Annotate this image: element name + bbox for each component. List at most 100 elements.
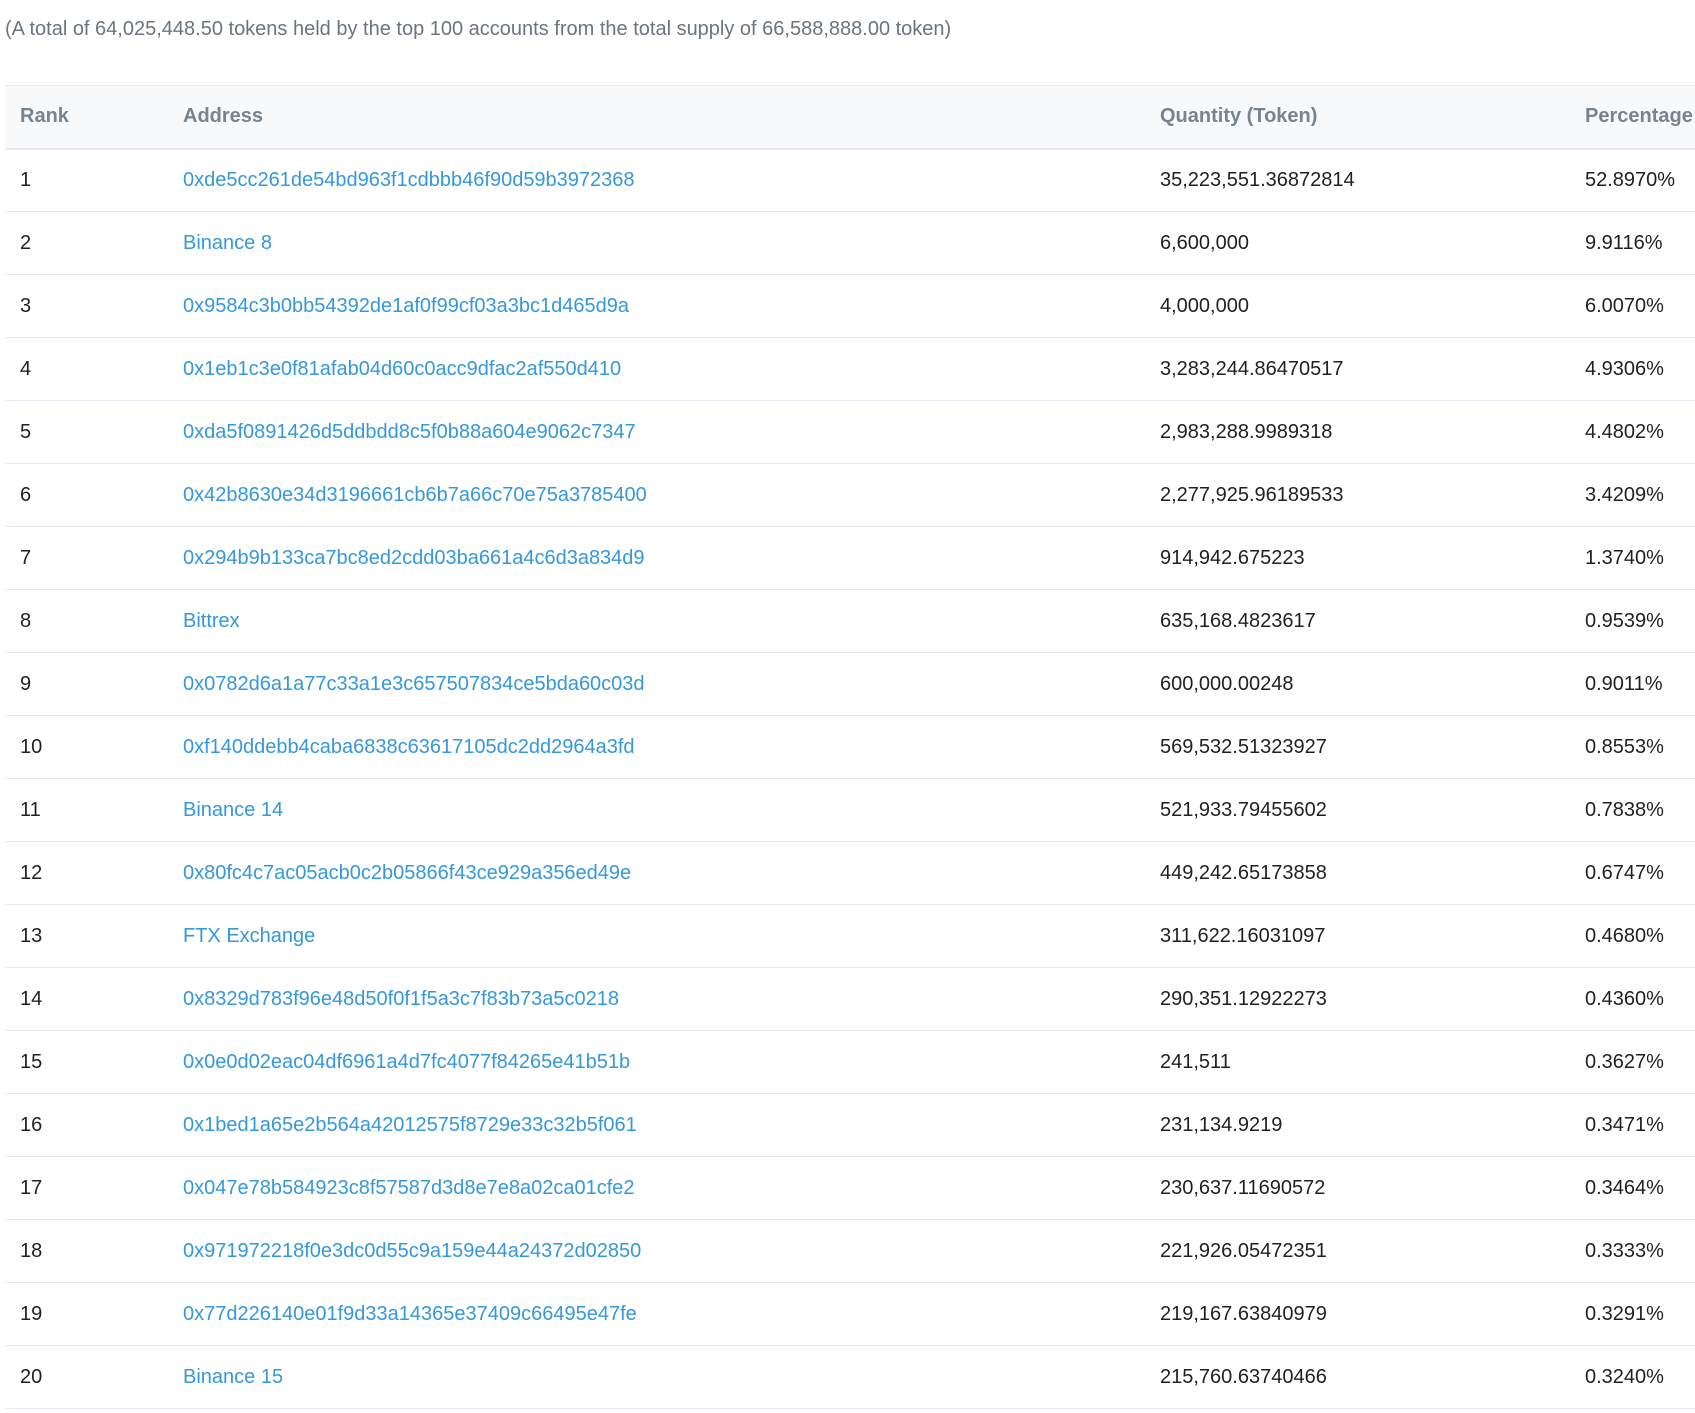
holder-address-link[interactable]: 0xda5f0891426d5ddbdd8c5f0b88a604e9062c73… <box>183 421 636 443</box>
percentage-cell: 0.7838% <box>1570 778 1695 842</box>
rank-cell: 6 <box>5 463 168 527</box>
address-cell: 0x1bed1a65e2b564a42012575f8729e33c32b5f0… <box>168 1093 1145 1157</box>
rank-cell: 10 <box>5 715 168 779</box>
holder-address-link[interactable]: FTX Exchange <box>183 925 315 947</box>
holder-address-link[interactable]: Binance 14 <box>183 799 283 821</box>
rank-column-header: Rank <box>20 105 69 128</box>
percentage-cell: 0.8553% <box>1570 715 1695 779</box>
quantity-column-header: Quantity (Token) <box>1160 105 1318 128</box>
percentage-cell: 4.4802% <box>1570 400 1695 464</box>
table-row: 3 0x9584c3b0bb54392de1af0f99cf03a3bc1d465… <box>5 274 1695 338</box>
percentage-cell: 1.3740% <box>1570 526 1695 590</box>
table-row: 2 Binance 8 6,600,000 9.9116% <box>5 211 1695 275</box>
address-cell: 0xf140ddebb4caba6838c63617105dc2dd2964a3… <box>168 715 1145 779</box>
address-cell: 0x80fc4c7ac05acb0c2b05866f43ce929a356ed4… <box>168 841 1145 905</box>
address-column-header: Address <box>183 105 264 128</box>
percentage-cell: 0.3240% <box>1570 1345 1695 1409</box>
address-cell: 0x42b8630e34d3196661cb6b7a66c70e75a37854… <box>168 463 1145 527</box>
quantity-cell: 219,167.63840979 <box>1145 1282 1570 1346</box>
table-row: 1 0xde5cc261de54bd963f1cdbbb46f90d59b3972… <box>5 148 1695 212</box>
quantity-cell: 2,277,925.96189533 <box>1145 463 1570 527</box>
quantity-cell: 35,223,551.36872814 <box>1145 148 1570 212</box>
holder-address-link[interactable]: 0x8329d783f96e48d50f0f1f5a3c7f83b73a5c02… <box>183 988 619 1010</box>
percentage-cell: 0.3333% <box>1570 1219 1695 1283</box>
table-row: 17 0x047e78b584923c8f57587d3d8e7e8a02ca01… <box>5 1156 1695 1220</box>
rank-cell: 13 <box>5 904 168 968</box>
rank-cell: 11 <box>5 778 168 842</box>
holder-address-link[interactable]: 0x1bed1a65e2b564a42012575f8729e33c32b5f0… <box>183 1114 637 1136</box>
table-row: 12 0x80fc4c7ac05acb0c2b05866f43ce929a356e… <box>5 841 1695 905</box>
holder-address-link[interactable]: 0x9584c3b0bb54392de1af0f99cf03a3bc1d465d… <box>183 295 629 317</box>
percentage-cell: 0.4360% <box>1570 967 1695 1031</box>
holder-address-link[interactable]: Binance 15 <box>183 1366 283 1388</box>
address-cell: Binance 8 <box>168 211 1145 275</box>
address-cell: 0x0782d6a1a77c33a1e3c657507834ce5bda60c0… <box>168 652 1145 716</box>
table-row: 13 FTX Exchange 311,622.16031097 0.4680% <box>5 904 1695 968</box>
holder-address-link[interactable]: 0xf140ddebb4caba6838c63617105dc2dd2964a3… <box>183 736 635 758</box>
percentage-cell: 0.6747% <box>1570 841 1695 905</box>
address-cell: 0x77d226140e01f9d33a14365e37409c66495e47… <box>168 1282 1145 1346</box>
rank-cell: 12 <box>5 841 168 905</box>
rank-cell: 1 <box>5 148 168 212</box>
rank-cell: 7 <box>5 526 168 590</box>
rank-cell: 2 <box>5 211 168 275</box>
table-row: 8 Bittrex 635,168.4823617 0.9539% <box>5 589 1695 653</box>
holder-address-link[interactable]: 0x42b8630e34d3196661cb6b7a66c70e75a37854… <box>183 484 647 506</box>
quantity-cell: 4,000,000 <box>1145 274 1570 338</box>
rank-cell: 18 <box>5 1219 168 1283</box>
holder-address-link[interactable]: 0x80fc4c7ac05acb0c2b05866f43ce929a356ed4… <box>183 862 631 884</box>
table-row: 19 0x77d226140e01f9d33a14365e37409c66495e… <box>5 1282 1695 1346</box>
table-row: 15 0x0e0d02eac04df6961a4d7fc4077f84265e41… <box>5 1030 1695 1094</box>
table-row: 20 Binance 15 215,760.63740466 0.3240% <box>5 1345 1695 1409</box>
holder-address-link[interactable]: 0x294b9b133ca7bc8ed2cdd03ba661a4c6d3a834… <box>183 547 645 569</box>
quantity-cell: 231,134.9219 <box>1145 1093 1570 1157</box>
address-cell: 0x0e0d02eac04df6961a4d7fc4077f84265e41b5… <box>168 1030 1145 1094</box>
percentage-cell: 0.9539% <box>1570 589 1695 653</box>
percentage-cell: 3.4209% <box>1570 463 1695 527</box>
percentage-cell: 0.4680% <box>1570 904 1695 968</box>
table-row: 6 0x42b8630e34d3196661cb6b7a66c70e75a3785… <box>5 463 1695 527</box>
holder-address-link[interactable]: Binance 8 <box>183 232 272 254</box>
rank-cell: 17 <box>5 1156 168 1220</box>
address-cell: Binance 15 <box>168 1345 1145 1409</box>
quantity-cell: 241,511 <box>1145 1030 1570 1094</box>
table-row: 9 0x0782d6a1a77c33a1e3c657507834ce5bda60c… <box>5 652 1695 716</box>
percentage-cell: 0.3291% <box>1570 1282 1695 1346</box>
rank-cell: 8 <box>5 589 168 653</box>
address-cell: FTX Exchange <box>168 904 1145 968</box>
holder-address-link[interactable]: 0x047e78b584923c8f57587d3d8e7e8a02ca01cf… <box>183 1177 635 1199</box>
address-cell: 0x8329d783f96e48d50f0f1f5a3c7f83b73a5c02… <box>168 967 1145 1031</box>
holder-address-link[interactable]: 0x971972218f0e3dc0d55c9a159e44a24372d028… <box>183 1240 641 1262</box>
quantity-cell: 449,242.65173858 <box>1145 841 1570 905</box>
table-row: 16 0x1bed1a65e2b564a42012575f8729e33c32b5… <box>5 1093 1695 1157</box>
percentage-cell: 0.3464% <box>1570 1156 1695 1220</box>
table-row: 5 0xda5f0891426d5ddbdd8c5f0b88a604e9062c7… <box>5 400 1695 464</box>
address-cell: 0x9584c3b0bb54392de1af0f99cf03a3bc1d465d… <box>168 274 1145 338</box>
address-cell: 0x971972218f0e3dc0d55c9a159e44a24372d028… <box>168 1219 1145 1283</box>
percentage-cell: 0.9011% <box>1570 652 1695 716</box>
quantity-cell: 3,283,244.86470517 <box>1145 337 1570 401</box>
holder-address-link[interactable]: 0x0e0d02eac04df6961a4d7fc4077f84265e41b5… <box>183 1051 630 1073</box>
rank-cell: 9 <box>5 652 168 716</box>
quantity-cell: 569,532.51323927 <box>1145 715 1570 779</box>
percentage-column-header: Percentage <box>1585 105 1693 128</box>
table-row: 10 0xf140ddebb4caba6838c63617105dc2dd2964… <box>5 715 1695 779</box>
holder-address-link[interactable]: 0x1eb1c3e0f81afab04d60c0acc9dfac2af550d4… <box>183 358 621 380</box>
rank-cell: 15 <box>5 1030 168 1094</box>
percentage-cell: 6.0070% <box>1570 274 1695 338</box>
table-body: 1 0xde5cc261de54bd963f1cdbbb46f90d59b3972… <box>5 148 1695 1409</box>
holder-address-link[interactable]: 0x0782d6a1a77c33a1e3c657507834ce5bda60c0… <box>183 673 645 695</box>
percentage-cell: 0.3471% <box>1570 1093 1695 1157</box>
address-cell: Bittrex <box>168 589 1145 653</box>
rank-cell: 19 <box>5 1282 168 1346</box>
table-row: 7 0x294b9b133ca7bc8ed2cdd03ba661a4c6d3a83… <box>5 526 1695 590</box>
token-holders-table: Rank Address Quantity (Token) Percentage… <box>5 85 1695 1409</box>
holder-address-link[interactable]: 0xde5cc261de54bd963f1cdbbb46f90d59b39723… <box>183 169 635 191</box>
holder-address-link[interactable]: Bittrex <box>183 610 240 632</box>
address-cell: Binance 14 <box>168 778 1145 842</box>
quantity-cell: 290,351.12922273 <box>1145 967 1570 1031</box>
rank-cell: 4 <box>5 337 168 401</box>
holder-address-link[interactable]: 0x77d226140e01f9d33a14365e37409c66495e47… <box>183 1303 637 1325</box>
percentage-cell: 52.8970% <box>1570 148 1695 212</box>
percentage-cell: 9.9116% <box>1570 211 1695 275</box>
